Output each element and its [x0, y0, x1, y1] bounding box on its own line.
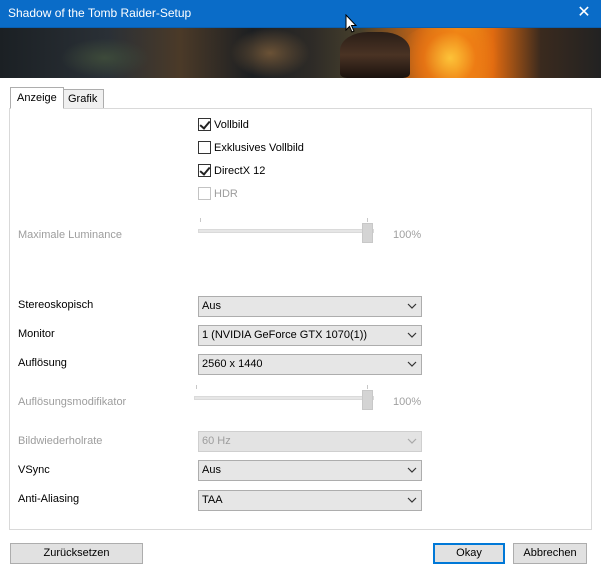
checkbox-box[interactable] [198, 141, 211, 154]
exklusives-vollbild-checkbox[interactable]: Exklusives Vollbild [198, 141, 304, 154]
chevron-down-icon [407, 497, 417, 503]
okay-button[interactable]: Okay [433, 543, 505, 564]
aufloesung-dropdown[interactable]: 2560 x 1440 [198, 354, 422, 375]
chevron-down-icon [407, 303, 417, 309]
slider-tick [196, 385, 197, 389]
aufloesungsmodifikator-label: Auflösungsmodifikator [18, 396, 127, 408]
hdr-label: HDR [214, 187, 238, 200]
directx12-label: DirectX 12 [214, 164, 266, 177]
chevron-down-icon [407, 467, 417, 473]
slider-tick [200, 218, 201, 222]
vollbild-checkbox[interactable]: Vollbild [198, 118, 249, 131]
bildwiederholrate-value: 60 Hz [202, 435, 231, 447]
vsync-value: Aus [202, 464, 221, 476]
monitor-dropdown[interactable]: 1 (NVIDIA GeForce GTX 1070(1)) [198, 325, 422, 346]
checkbox-box[interactable] [198, 187, 211, 200]
reset-button[interactable]: Zurücksetzen [10, 543, 143, 564]
tab-anzeige[interactable]: Anzeige [10, 87, 64, 109]
bildwiederholrate-dropdown[interactable]: 60 Hz [198, 431, 422, 452]
checkbox-box[interactable] [198, 118, 211, 131]
close-icon[interactable]: ✕ [567, 0, 601, 28]
vsync-label: VSync [18, 464, 50, 476]
tab-grafik[interactable]: Grafik [61, 89, 105, 109]
window-title: Shadow of the Tomb Raider-Setup [8, 6, 192, 20]
checkbox-box[interactable] [198, 164, 211, 177]
hdr-checkbox[interactable]: HDR [198, 187, 238, 200]
luminance-slider[interactable] [198, 218, 376, 243]
vollbild-label: Vollbild [214, 118, 249, 131]
bildwiederholrate-label: Bildwiederholrate [18, 435, 103, 447]
anti-aliasing-label: Anti-Aliasing [18, 493, 80, 505]
vsync-dropdown[interactable]: Aus [198, 460, 422, 481]
anti-aliasing-dropdown[interactable]: TAA [198, 490, 422, 511]
aufloesung-value: 2560 x 1440 [202, 358, 263, 370]
luminance-label: Maximale Luminance [18, 229, 122, 241]
stereoskopisch-label: Stereoskopisch [18, 299, 94, 311]
stereoskopisch-value: Aus [202, 300, 221, 312]
directx12-checkbox[interactable]: DirectX 12 [198, 164, 265, 177]
header-banner-image [0, 28, 601, 78]
anti-aliasing-value: TAA [202, 494, 223, 506]
chevron-down-icon [407, 332, 417, 338]
slider-track [198, 229, 374, 233]
slider-track [194, 396, 374, 400]
aufloesung-label: Auflösung [18, 357, 67, 369]
monitor-value: 1 (NVIDIA GeForce GTX 1070(1)) [202, 329, 368, 341]
mouse-cursor-icon [345, 14, 357, 33]
banner-character [340, 32, 410, 78]
cancel-button[interactable]: Abbrechen [513, 543, 587, 564]
slider-thumb[interactable] [362, 390, 373, 410]
chevron-down-icon [407, 438, 417, 444]
slider-thumb[interactable] [362, 223, 373, 243]
monitor-label: Monitor [18, 328, 55, 340]
luminance-value: 100% [393, 229, 422, 241]
stereoskopisch-dropdown[interactable]: Aus [198, 296, 422, 317]
banner-foliage [60, 38, 150, 78]
aufloesungsmodifikator-slider[interactable] [194, 385, 376, 410]
banner-foliage [230, 28, 310, 78]
title-bar: Shadow of the Tomb Raider-Setup ✕ [0, 0, 601, 28]
banner-fire-glow [395, 28, 505, 78]
slider-tick [367, 385, 368, 389]
slider-tick [367, 218, 368, 222]
chevron-down-icon [407, 361, 417, 367]
exklusives-vollbild-label: Exklusives Vollbild [214, 141, 304, 154]
aufloesungsmodifikator-value: 100% [393, 396, 422, 408]
